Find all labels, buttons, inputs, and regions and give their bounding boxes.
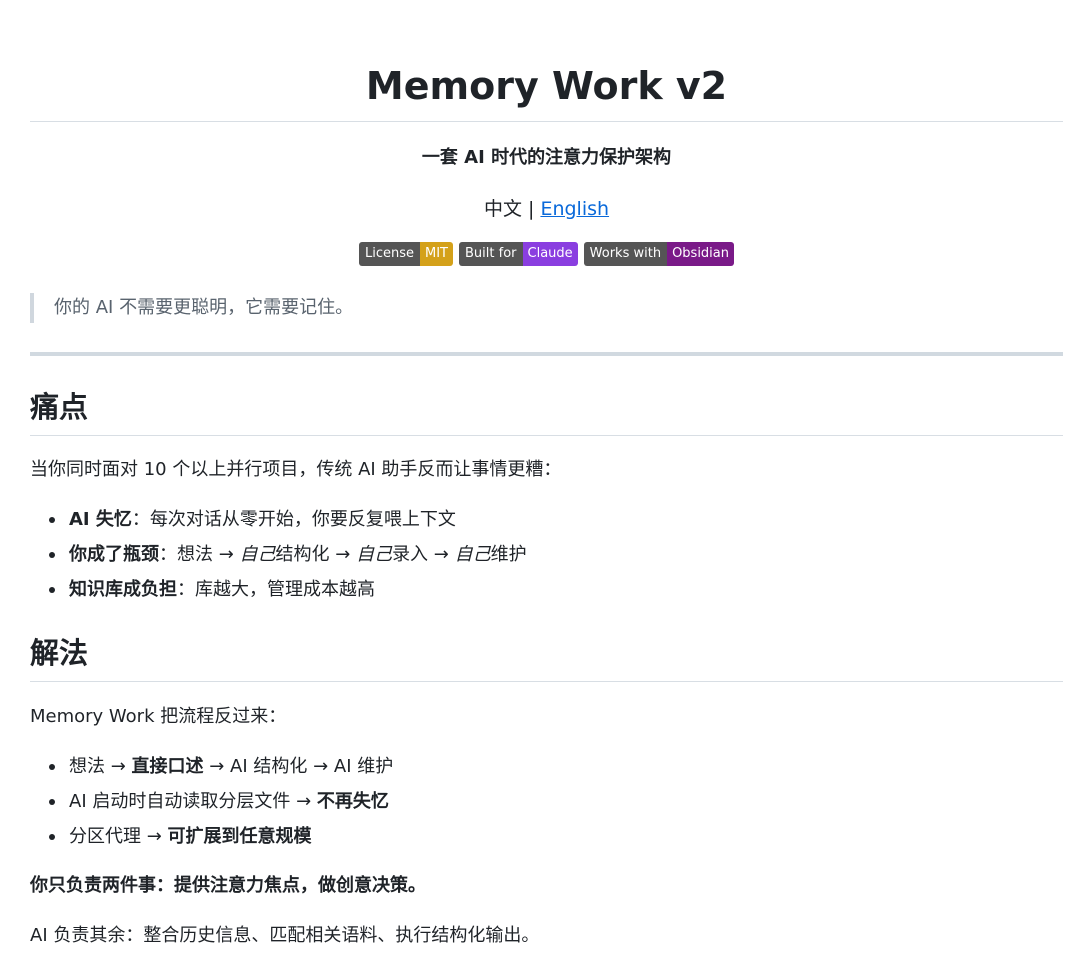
built-for-badge[interactable]: Built for Claude (459, 242, 578, 266)
item-bold: 直接口述 (131, 756, 204, 777)
list-item: 想法 → 直接口述 → AI 结构化 → AI 维护 (30, 753, 393, 788)
subtitle: 一套 AI 时代的注意力保护架构 (421, 147, 672, 168)
page-title: Memory Work v2 (365, 64, 728, 108)
list-item: 分区代理 → 可扩展到任意规模 (30, 823, 393, 858)
language-separator: | (521, 198, 541, 220)
english-link[interactable]: English (540, 198, 609, 220)
item-bold: 你成了瓶颈 (69, 544, 159, 565)
badge-label: Works with (583, 242, 668, 266)
pain-list: AI 失忆：每次对话从零开始，你要反复喂上下文 你成了瓶颈：想法 → 自己结构化… (30, 506, 527, 611)
item-text: 想法 → (69, 756, 132, 777)
item-text: AI 启动时自动读取分层文件 → (69, 791, 317, 812)
readme-page: Memory Work v2 一套 AI 时代的注意力保护架构 中文 | Eng… (0, 0, 1080, 979)
license-badge[interactable]: License MIT (358, 242, 453, 266)
list-item: AI 失忆：每次对话从零开始，你要反复喂上下文 (30, 506, 527, 541)
item-text: ：想法 → (159, 544, 240, 565)
list-item: AI 启动时自动读取分层文件 → 不再失忆 (30, 788, 393, 823)
language-current: 中文 (483, 198, 522, 220)
list-item: 你成了瓶颈：想法 → 自己结构化 → 自己录入 → 自己维护 (30, 541, 527, 576)
item-bold: 可扩展到任意规模 (167, 826, 312, 847)
badge-value: Obsidian (667, 242, 735, 266)
item-bold: 不再失忆 (316, 791, 389, 812)
badges-row: License MIT Built for Claude Works with … (30, 242, 1063, 266)
badge-value: Claude (522, 242, 578, 266)
solution-intro: Memory Work 把流程反过来： (30, 706, 287, 727)
item-italic: 自己 (454, 544, 491, 565)
title-divider (30, 121, 1063, 122)
item-bold: AI 失忆 (69, 509, 132, 530)
badge-value: MIT (420, 242, 453, 266)
item-text: → AI 结构化 → AI 维护 (203, 756, 394, 777)
item-text: 分区代理 → (69, 826, 168, 847)
item-text: ：库越大，管理成本越高 (177, 579, 375, 600)
item-bold: 知识库成负担 (69, 579, 177, 600)
pain-heading: 痛点 (30, 390, 89, 424)
item-italic: 自己 (356, 544, 393, 565)
language-switcher: 中文 | English (30, 195, 1063, 223)
pain-intro: 当你同时面对 10 个以上并行项目，传统 AI 助手反而让事情更糟： (30, 459, 562, 480)
list-item: 知识库成负担：库越大，管理成本越高 (30, 576, 527, 611)
bold-statement-text: 你只负责两件事：提供注意力焦点，做创意决策。 (30, 875, 426, 896)
blockquote: 你的 AI 不需要更聪明，它需要记住。 (30, 293, 353, 323)
section-divider (30, 352, 1063, 356)
bold-statement: 你只负责两件事：提供注意力焦点，做创意决策。 (30, 872, 426, 900)
item-text: 维护 (490, 544, 527, 565)
solution-list: 想法 → 直接口述 → AI 结构化 → AI 维护 AI 启动时自动读取分层文… (30, 753, 393, 858)
pain-heading-divider (30, 435, 1063, 436)
item-text: 录入 → (392, 544, 455, 565)
badge-label: License (358, 242, 420, 266)
works-with-badge[interactable]: Works with Obsidian (583, 242, 735, 266)
badge-label: Built for (459, 242, 523, 266)
item-text: 结构化 → (275, 544, 357, 565)
item-text: ：每次对话从零开始，你要反复喂上下文 (131, 509, 456, 530)
solution-heading: 解法 (30, 636, 89, 670)
solution-heading-divider (30, 681, 1063, 682)
closing-line: AI 负责其余：整合历史信息、匹配相关语料、执行结构化输出。 (30, 925, 540, 946)
item-italic: 自己 (239, 544, 276, 565)
